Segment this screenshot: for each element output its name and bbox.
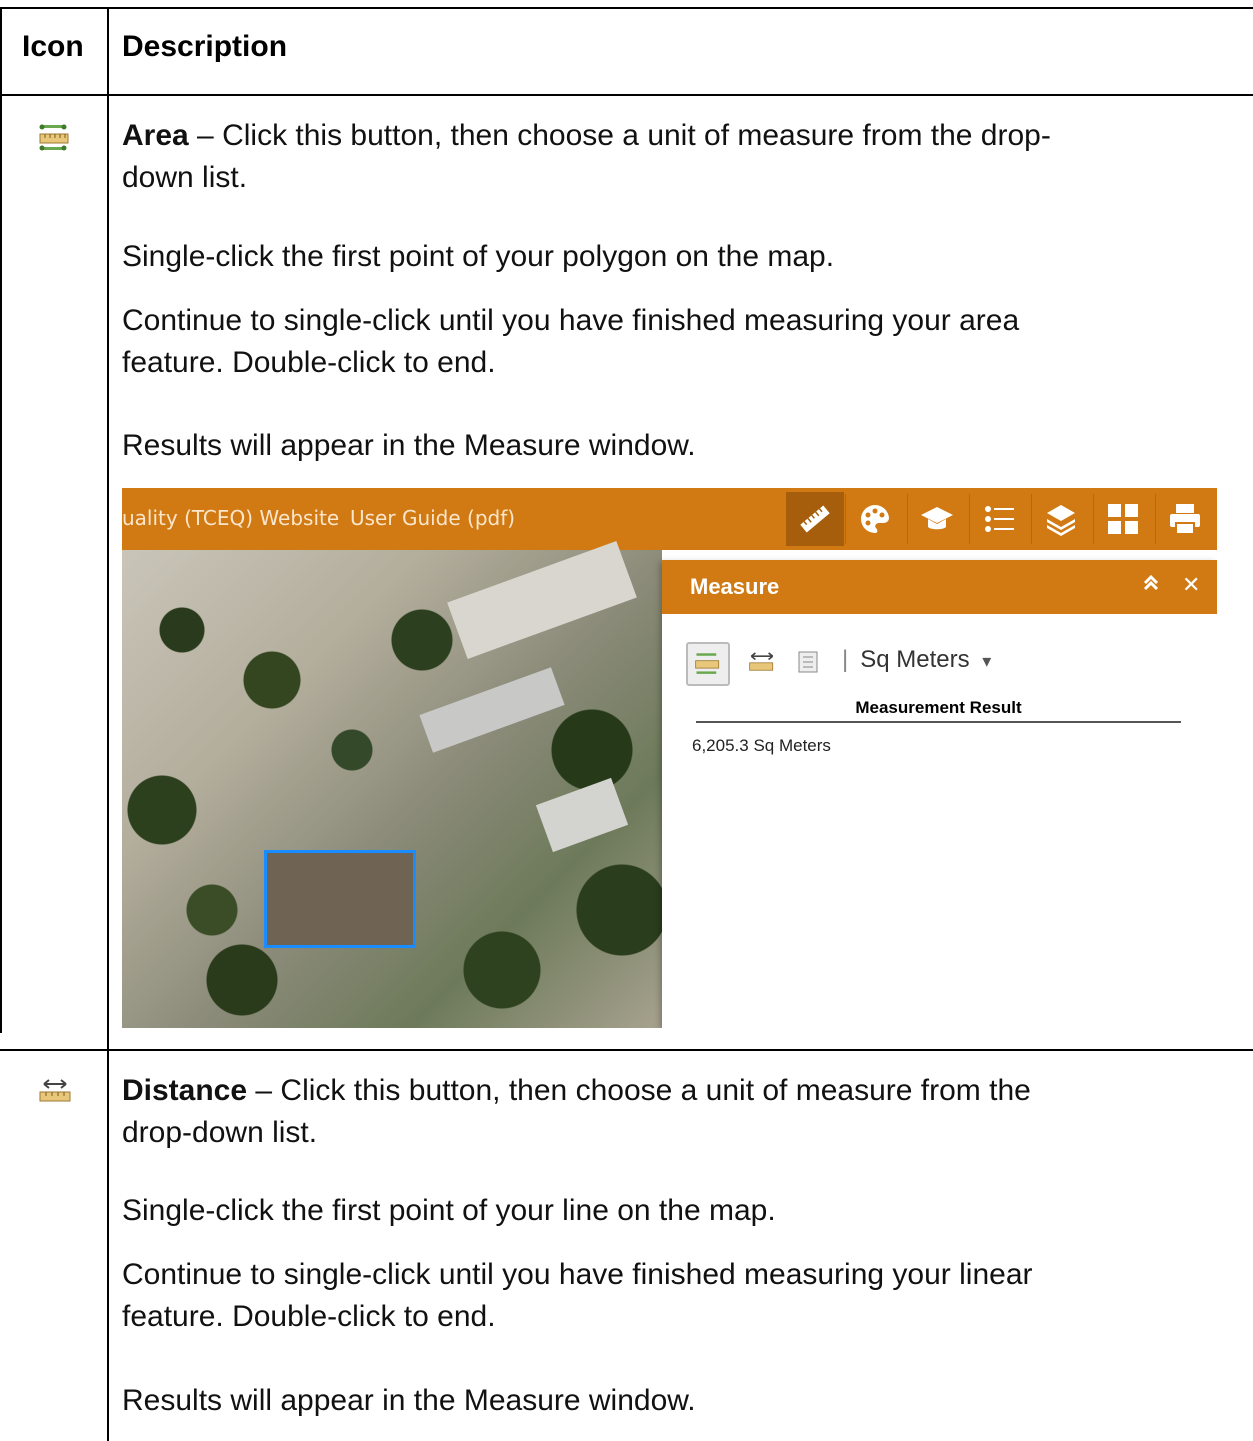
help-table: Icon Description Area – Click this butto… xyxy=(0,0,1253,1441)
area-paragraph-3: Continue to single-click until you have … xyxy=(122,300,1222,384)
ruler-icon[interactable] xyxy=(786,492,844,546)
distance-paragraph-3: Continue to single-click until you have … xyxy=(122,1254,1222,1338)
user-guide-link[interactable]: User Guide (pdf) xyxy=(350,506,515,530)
table-border-col-divider xyxy=(107,8,109,1441)
measurement-result-header: Measurement Result xyxy=(696,698,1181,723)
tceq-website-link[interactable]: uality (TCEQ) Website xyxy=(122,506,339,530)
area-line-2: down list. xyxy=(122,161,248,194)
close-icon[interactable]: ✕ xyxy=(1182,572,1200,598)
table-border-top xyxy=(0,7,1253,9)
area-title: Area xyxy=(122,119,189,152)
distance-paragraph-2: Single-click the first point of your lin… xyxy=(122,1194,776,1227)
palette-icon[interactable] xyxy=(846,492,904,546)
unit-label: Sq Meters xyxy=(860,646,970,673)
distance-paragraph-1: Distance – Click this button, then choos… xyxy=(122,1070,1222,1154)
distance-line-4: Continue to single-click until you have … xyxy=(122,1258,1033,1291)
distance-tool-button[interactable] xyxy=(742,642,782,682)
legend-list-icon[interactable] xyxy=(970,492,1028,546)
table-border-left xyxy=(0,8,2,1033)
distance-paragraph-4: Results will appear in the Measure windo… xyxy=(122,1384,696,1417)
map-building xyxy=(447,541,637,659)
collapse-chevron-icon[interactable] xyxy=(1140,572,1162,600)
distance-line-5: feature. Double-click to end. xyxy=(122,1300,496,1333)
graduation-cap-icon[interactable] xyxy=(908,492,966,546)
description-column-header: Description xyxy=(122,30,288,63)
dropdown-caret-icon: ▾ xyxy=(982,651,992,671)
distance-line-2: drop-down list. xyxy=(122,1116,318,1149)
distance-title: Distance xyxy=(122,1074,248,1107)
distance-measure-icon xyxy=(38,1076,72,1106)
grid-icon[interactable] xyxy=(1094,492,1152,546)
app-header-bar: uality (TCEQ) Website User Guide (pdf) xyxy=(122,488,1217,550)
table-border-header-bottom xyxy=(0,94,1253,96)
measure-panel: Measure ✕ | Sq Meters ▾ Measurement Resu… xyxy=(662,560,1217,1028)
area-line-5: feature. Double-click to end. xyxy=(122,346,496,379)
area-line-1: – Click this button, then choose a unit … xyxy=(188,119,1051,152)
measure-example-screenshot: uality (TCEQ) Website User Guide (pdf) M… xyxy=(122,488,1217,1028)
unit-separator: | xyxy=(842,646,849,673)
area-paragraph-1: Area – Click this button, then choose a … xyxy=(122,115,1222,199)
unit-selector[interactable]: | Sq Meters ▾ xyxy=(842,646,991,674)
measure-panel-title: Measure xyxy=(690,574,780,599)
area-line-4: Continue to single-click until you have … xyxy=(122,304,1020,337)
measurement-result-value: 6,205.3 Sq Meters xyxy=(692,736,831,755)
area-measure-icon xyxy=(38,123,72,153)
area-paragraph-4: Results will appear in the Measure windo… xyxy=(122,429,696,462)
distance-line-1: – Click this button, then choose a unit … xyxy=(247,1074,1031,1107)
measure-panel-header: Measure ✕ xyxy=(662,560,1217,614)
map-building xyxy=(419,667,565,753)
area-tool-button[interactable] xyxy=(686,642,730,686)
location-tool-button[interactable] xyxy=(788,642,828,682)
icon-column-header: Icon xyxy=(22,30,84,63)
layers-icon[interactable] xyxy=(1032,492,1090,546)
measured-polygon[interactable] xyxy=(264,850,416,948)
map-building xyxy=(535,777,629,853)
table-border-row-divider xyxy=(0,1049,1253,1051)
area-paragraph-2: Single-click the first point of your pol… xyxy=(122,240,835,273)
aerial-map[interactable] xyxy=(122,541,662,1028)
printer-icon[interactable] xyxy=(1156,492,1214,546)
